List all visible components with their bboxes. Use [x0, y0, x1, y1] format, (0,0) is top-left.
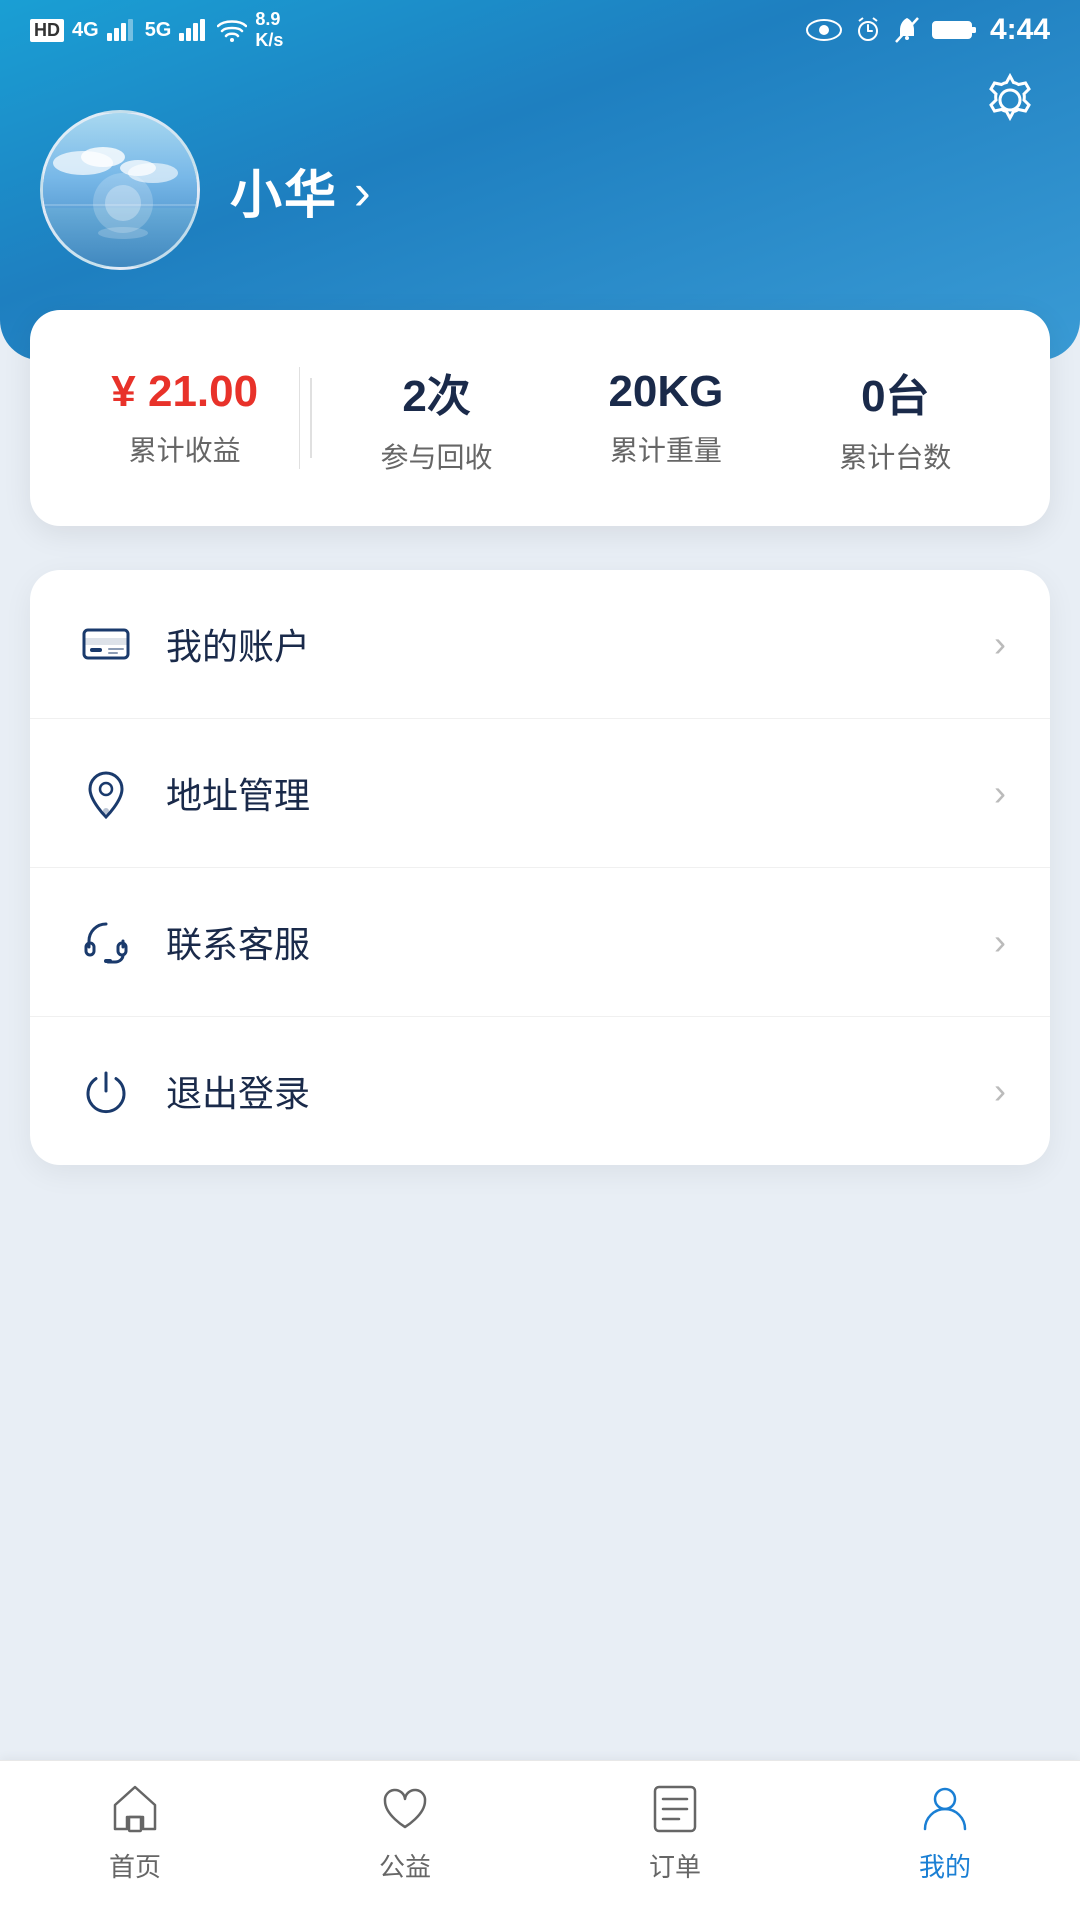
weight-value: 20KG [551, 367, 780, 417]
support-chevron-icon: › [994, 921, 1006, 963]
5g-indicator: 5G [145, 19, 172, 42]
support-label: 联系客服 [166, 916, 994, 968]
menu-card: 我的账户 › 地址管理 › 联系客服 › [30, 570, 1050, 1165]
account-label: 我的账户 [166, 618, 994, 670]
nav-charity[interactable]: 公益 [270, 1781, 540, 1884]
nav-profile-label: 我的 [919, 1847, 971, 1884]
power-icon [74, 1059, 138, 1123]
logout-chevron-icon: › [994, 1070, 1006, 1112]
weight-label: 累计重量 [551, 429, 780, 469]
battery-icon [932, 18, 978, 42]
headset-icon [74, 910, 138, 974]
menu-item-logout[interactable]: 退出登录 › [30, 1017, 1050, 1165]
account-chevron-icon: › [994, 623, 1006, 665]
bottom-navigation: 首页 公益 订单 我的 [0, 1760, 1080, 1920]
status-left: HD 4G 5G 8.9K/s [30, 9, 283, 51]
device-count-value: 0台 [781, 360, 1010, 424]
recycle-count-label: 参与回收 [322, 436, 551, 476]
avatar [40, 110, 200, 270]
recycle-count-stat: 2次 参与回收 [322, 360, 551, 476]
nav-home[interactable]: 首页 [0, 1781, 270, 1884]
stats-right: 2次 参与回收 20KG 累计重量 0台 累计台数 [322, 360, 1010, 476]
logout-label: 退出登录 [166, 1065, 994, 1117]
device-count-label: 累计台数 [781, 436, 1010, 476]
hd1-indicator: HD [30, 19, 64, 42]
weight-stat: 20KG 累计重量 [551, 367, 780, 469]
location-icon [74, 761, 138, 825]
nav-charity-label: 公益 [379, 1847, 431, 1884]
device-count-stat: 0台 累计台数 [781, 360, 1010, 476]
earnings-value: ¥ 21.00 [70, 367, 299, 417]
wifi-icon [217, 18, 247, 42]
clock-time: 4:44 [990, 13, 1050, 47]
speed-info: 8.9K/s [255, 9, 283, 51]
stats-card: ¥ 21.00 累计收益 2次 参与回收 20KG 累计重量 0台 累计台数 [30, 310, 1050, 526]
address-label: 地址管理 [166, 767, 994, 819]
alarm-icon [854, 16, 882, 44]
username: 小华 [230, 153, 338, 228]
menu-item-support[interactable]: 联系客服 › [30, 868, 1050, 1017]
user-info[interactable]: 小华 › [230, 153, 371, 228]
stats-divider [310, 378, 312, 458]
address-chevron-icon: › [994, 772, 1006, 814]
signal-icon [107, 19, 137, 41]
status-right: 4:44 [806, 13, 1050, 47]
menu-item-address[interactable]: 地址管理 › [30, 719, 1050, 868]
nav-home-label: 首页 [109, 1847, 161, 1884]
network-info: 4G [72, 19, 99, 42]
card-icon [74, 612, 138, 676]
signal2-icon [179, 19, 209, 41]
bell-mute-icon [894, 16, 920, 44]
eye-icon [806, 18, 842, 42]
nav-orders[interactable]: 订单 [540, 1781, 810, 1884]
nav-orders-label: 订单 [649, 1847, 701, 1884]
settings-button[interactable] [980, 70, 1040, 130]
earnings-stat: ¥ 21.00 累计收益 [70, 367, 300, 469]
status-bar: HD 4G 5G 8.9K/s 4:44 [0, 0, 1080, 60]
menu-item-account[interactable]: 我的账户 › [30, 570, 1050, 719]
recycle-count-value: 2次 [322, 360, 551, 424]
profile-chevron-icon: › [354, 163, 371, 221]
nav-profile[interactable]: 我的 [810, 1781, 1080, 1884]
user-profile-area[interactable]: 小华 › [40, 110, 371, 270]
earnings-label: 累计收益 [70, 429, 299, 469]
